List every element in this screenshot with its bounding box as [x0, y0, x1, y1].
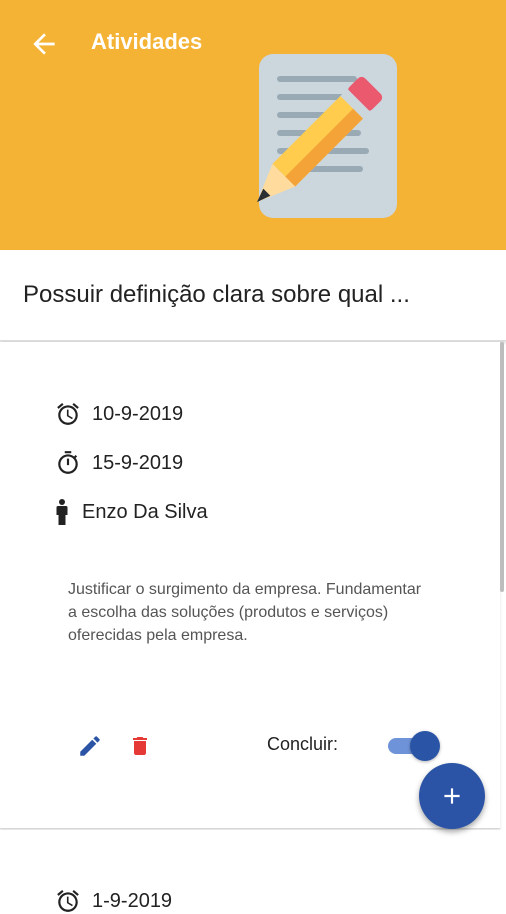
app-header: Atividades: [0, 0, 506, 250]
pencil-icon: [80, 736, 100, 756]
arrow-left-icon: [33, 33, 55, 55]
activity-description: Justificar o surgimento da empresa. Fund…: [68, 581, 422, 644]
start-date: 10-9-2019: [92, 402, 184, 425]
end-date: 15-9-2019: [92, 451, 184, 474]
start-date-row: 10-9-2019: [55, 401, 183, 427]
alarm-clock-icon: [57, 890, 79, 912]
responsible-name: Enzo Da Silva: [82, 500, 208, 523]
timer-icon: [58, 451, 78, 474]
next-start-date-row: 1-9-2019: [55, 888, 172, 914]
trash-icon: [133, 737, 147, 755]
next-activity-card: 1-9-2019: [0, 830, 506, 912]
scrollbar[interactable]: [500, 342, 504, 592]
plus-icon: [444, 788, 460, 804]
memo-pencil-icon: [256, 54, 397, 218]
activity-title-card: Possuir definição clara sobre qual ...: [0, 250, 506, 341]
edit-button[interactable]: [77, 733, 103, 759]
toggle-thumb: [410, 731, 440, 761]
activity-details-card: 10-9-2019 15-9-2019 Enzo Da Silva Justif…: [0, 342, 500, 829]
back-button[interactable]: [28, 28, 60, 60]
end-date-row: 15-9-2019: [55, 450, 183, 476]
person-icon: [56, 499, 68, 525]
activity-title: Possuir definição clara sobre qual ...: [23, 281, 410, 308]
concluir-toggle[interactable]: [388, 731, 440, 761]
add-activity-button[interactable]: [419, 763, 485, 829]
alarm-clock-icon: [57, 403, 79, 425]
responsible-row: Enzo Da Silva: [55, 499, 208, 525]
delete-button[interactable]: [128, 733, 152, 759]
page-title: Atividades: [91, 29, 203, 54]
concluir-label: Concluir:: [267, 734, 339, 754]
next-start-date: 1-9-2019: [92, 889, 173, 912]
